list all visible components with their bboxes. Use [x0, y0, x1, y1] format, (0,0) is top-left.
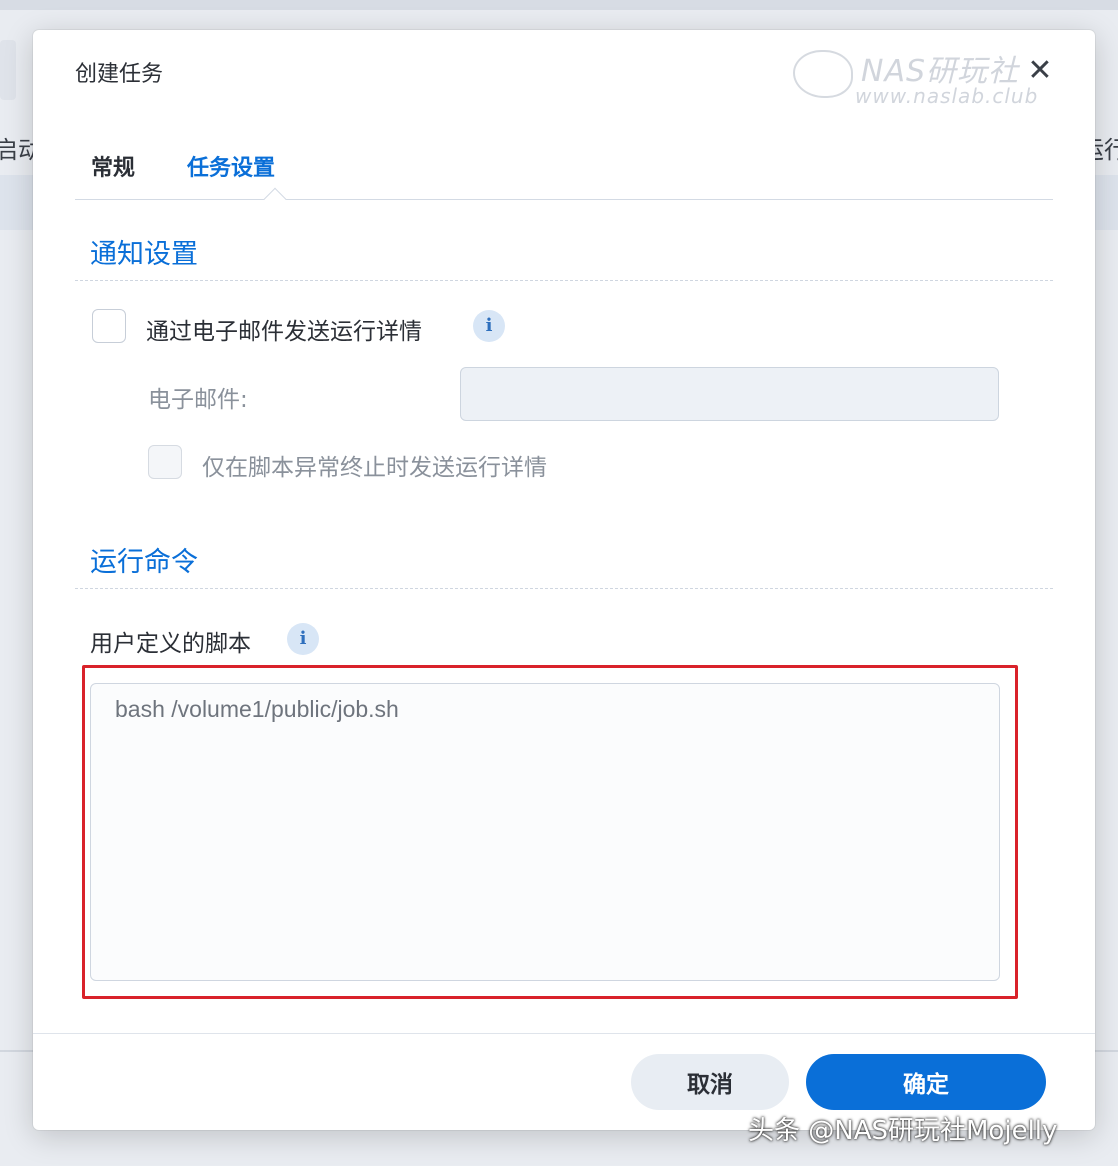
tab-bar: 常规 任务设置 — [75, 140, 1053, 211]
ok-button[interactable]: 确定 — [806, 1054, 1046, 1110]
email-label: 电子邮件: — [148, 387, 248, 413]
background-left-edge — [0, 40, 16, 100]
script-label: 用户定义的脚本 — [90, 631, 251, 657]
overlay-watermark: 头条 @NAS研玩社Mojelly — [748, 1116, 1058, 1146]
email-field[interactable] — [460, 367, 999, 421]
close-icon[interactable]: ✕ — [1025, 56, 1055, 86]
active-tab-indicator — [263, 187, 287, 211]
footer-divider — [33, 1033, 1095, 1034]
cancel-button[interactable]: 取消 — [631, 1054, 789, 1110]
info-icon[interactable]: i — [473, 310, 505, 342]
watermark-logo-icon — [793, 50, 853, 98]
send-email-label: 通过电子邮件发送运行详情 — [146, 319, 422, 345]
run-section-title: 运行命令 — [90, 547, 198, 578]
tab-general[interactable]: 常规 — [91, 150, 135, 182]
red-highlight-box — [82, 665, 1018, 999]
section-divider — [75, 588, 1053, 589]
tab-task-settings[interactable]: 任务设置 — [187, 150, 275, 182]
section-divider — [75, 280, 1053, 281]
dialog-title: 创建任务 — [75, 62, 164, 87]
background-top-bar — [0, 0, 1118, 10]
send-email-checkbox[interactable] — [92, 309, 126, 343]
notify-section-title: 通知设置 — [90, 239, 198, 270]
create-task-dialog: 创建任务 NAS研玩社 www.naslab.club ✕ 常规 任务设置 通知… — [33, 30, 1095, 1130]
watermark: NAS研玩社 www.naslab.club — [793, 44, 1063, 108]
only-abnormal-label: 仅在脚本异常终止时发送运行详情 — [202, 455, 547, 481]
info-icon[interactable]: i — [287, 623, 319, 655]
watermark-url: www.naslab.club — [855, 84, 1039, 108]
only-abnormal-checkbox[interactable] — [148, 445, 182, 479]
